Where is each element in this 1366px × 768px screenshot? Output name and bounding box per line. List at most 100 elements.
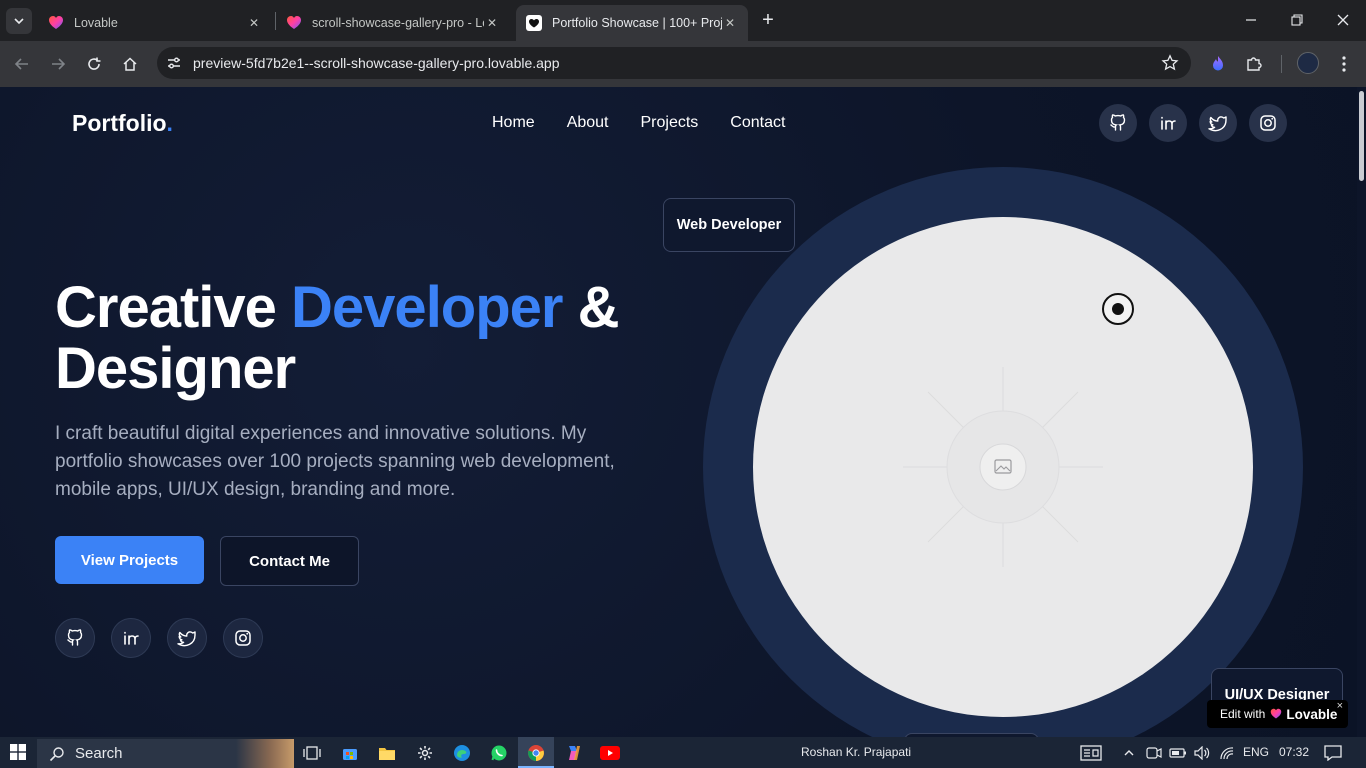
copilot-app[interactable] xyxy=(562,742,584,764)
lovable-heart-icon xyxy=(49,16,63,29)
linkedin-icon xyxy=(124,631,139,645)
web-developer-badge: Web Developer xyxy=(663,198,795,252)
notifications-button[interactable] xyxy=(1322,742,1344,764)
browser-tab-strip: Lovable ✕ scroll-showcase-gallery-pro - … xyxy=(0,0,1366,41)
home-icon xyxy=(123,57,137,71)
address-bar[interactable]: preview-5fd7b2e1--scroll-showcase-galler… xyxy=(157,47,1191,79)
tab-lovable[interactable]: Lovable ✕ xyxy=(38,5,272,41)
network-indicator[interactable] xyxy=(1216,742,1238,764)
task-view-icon xyxy=(303,746,321,760)
file-explorer-app[interactable] xyxy=(376,742,398,764)
logo-text: Portfolio xyxy=(72,110,167,136)
lovable-heart-icon xyxy=(1271,708,1282,719)
tab-scroll-showcase[interactable]: scroll-showcase-gallery-pro - Lo ✕ xyxy=(276,5,510,41)
instagram-link[interactable] xyxy=(223,618,263,658)
edge-app[interactable] xyxy=(451,742,473,764)
show-hidden-icons-button[interactable] xyxy=(1118,742,1140,764)
close-window-button[interactable] xyxy=(1331,8,1355,32)
instagram-icon xyxy=(1260,115,1276,131)
battery-indicator[interactable] xyxy=(1167,742,1189,764)
minimize-button[interactable] xyxy=(1239,8,1263,32)
view-projects-button[interactable]: View Projects xyxy=(55,536,204,584)
twitter-link[interactable] xyxy=(1199,104,1237,142)
search-placeholder: Search xyxy=(75,745,123,762)
home-button[interactable] xyxy=(119,53,141,75)
github-link[interactable] xyxy=(1099,104,1137,142)
extension-button[interactable] xyxy=(1207,53,1229,75)
notification-icon xyxy=(1324,745,1342,761)
github-icon xyxy=(67,629,83,646)
restore-button[interactable] xyxy=(1285,8,1309,32)
battery-icon xyxy=(1169,748,1186,758)
windows-start-icon[interactable] xyxy=(10,744,26,760)
news-widget[interactable] xyxy=(1080,742,1102,764)
store-app[interactable] xyxy=(339,742,361,764)
input-language[interactable]: ENG xyxy=(1243,745,1269,759)
extensions-button[interactable] xyxy=(1243,53,1265,75)
forward-button[interactable] xyxy=(47,53,69,75)
puzzle-icon xyxy=(1247,57,1262,71)
arrow-right-icon xyxy=(52,58,66,70)
browser-toolbar: preview-5fd7b2e1--scroll-showcase-galler… xyxy=(0,41,1366,87)
hero-social-links xyxy=(55,618,263,658)
back-button[interactable] xyxy=(11,53,33,75)
github-icon xyxy=(1110,114,1126,131)
site-settings-icon[interactable] xyxy=(165,54,183,72)
bookmark-star-icon[interactable] xyxy=(1161,54,1179,72)
twitter-icon xyxy=(177,631,196,647)
nav-projects[interactable]: Projects xyxy=(641,114,699,132)
nav-contact[interactable]: Contact xyxy=(730,114,785,132)
instagram-icon xyxy=(235,630,251,646)
edit-with-lovable-badge[interactable]: Edit with Lovable × xyxy=(1207,700,1348,728)
nav-home[interactable]: Home xyxy=(492,114,535,132)
more-vertical-icon xyxy=(1342,56,1346,72)
taskbar-search[interactable]: Search xyxy=(37,739,294,768)
instagram-link[interactable] xyxy=(1249,104,1287,142)
header-social-links xyxy=(1099,104,1287,142)
github-link[interactable] xyxy=(55,618,95,658)
whatsapp-app[interactable] xyxy=(488,742,510,764)
tab-close-icon[interactable]: ✕ xyxy=(484,16,500,30)
linkedin-link[interactable] xyxy=(111,618,151,658)
volume-control[interactable] xyxy=(1191,742,1213,764)
clock-time[interactable]: 07:32 xyxy=(1279,745,1309,759)
task-view-button[interactable] xyxy=(301,742,323,764)
profile-image-placeholder xyxy=(753,217,1253,717)
linkedin-link[interactable] xyxy=(1149,104,1187,142)
news-icon xyxy=(1080,745,1102,761)
wifi-icon xyxy=(1220,747,1234,760)
tab-title: Lovable xyxy=(74,16,118,30)
copilot-icon xyxy=(569,746,580,760)
tab-portfolio-showcase[interactable]: Portfolio Showcase | 100+ Proje ✕ xyxy=(516,5,748,41)
video-call-icon xyxy=(1146,747,1162,759)
scrollbar-thumb[interactable] xyxy=(1359,91,1364,181)
page-scrollbar[interactable] xyxy=(1357,87,1366,737)
nav-about[interactable]: About xyxy=(567,114,609,132)
folder-icon xyxy=(379,748,395,760)
chrome-app[interactable] xyxy=(525,742,547,764)
chevron-up-icon xyxy=(1124,750,1134,756)
twitter-icon xyxy=(1208,116,1227,132)
reload-button[interactable] xyxy=(83,53,105,75)
minimize-icon xyxy=(1246,19,1256,21)
store-icon xyxy=(343,749,357,760)
custom-cursor-icon xyxy=(1102,293,1134,325)
settings-app[interactable] xyxy=(414,742,436,764)
signed-in-user: Roshan Kr. Prajapati xyxy=(801,745,912,759)
restore-icon xyxy=(1291,14,1303,26)
meet-now-button[interactable] xyxy=(1143,742,1165,764)
browser-menu-button[interactable] xyxy=(1333,53,1355,75)
tab-close-icon[interactable]: ✕ xyxy=(246,16,262,30)
profile-avatar[interactable] xyxy=(1297,52,1319,74)
contact-me-button[interactable]: Contact Me xyxy=(220,536,359,586)
youtube-app[interactable] xyxy=(599,742,621,764)
tab-title: Portfolio Showcase | 100+ Proje xyxy=(552,16,722,30)
site-logo[interactable]: Portfolio. xyxy=(72,110,173,137)
lovable-badge-close-icon[interactable]: × xyxy=(1337,700,1343,712)
new-tab-button[interactable]: + xyxy=(758,10,778,30)
toolbar-separator xyxy=(1281,55,1282,73)
chrome-icon xyxy=(528,745,544,761)
twitter-link[interactable] xyxy=(167,618,207,658)
tab-close-icon[interactable]: ✕ xyxy=(722,16,738,30)
tab-search-button[interactable] xyxy=(6,8,32,34)
